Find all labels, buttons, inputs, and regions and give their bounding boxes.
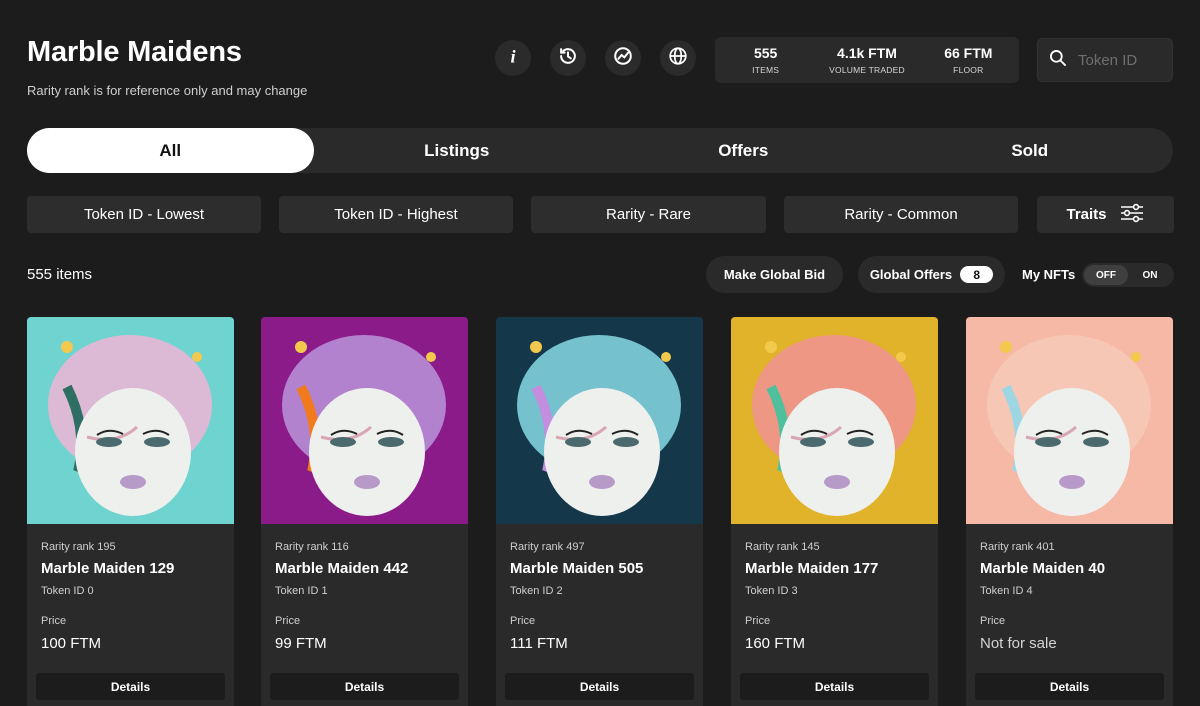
price-value: 99 FTM: [275, 635, 327, 652]
sort-rarity-rare-button[interactable]: Rarity - Rare: [531, 196, 766, 233]
nft-card[interactable]: Rarity rank 145 Marble Maiden 177 Token …: [731, 317, 938, 706]
collection-stats: 555 ITEMS 4.1k FTM VOLUME TRADED 66 FTM …: [715, 37, 1019, 83]
nft-card[interactable]: Rarity rank 195 Marble Maiden 129 Token …: [27, 317, 234, 706]
traits-label: Traits: [1066, 206, 1107, 223]
history-button[interactable]: [550, 40, 586, 76]
price-value: 111 FTM: [510, 635, 568, 652]
stat-value: 4.1k FTM: [837, 45, 897, 61]
my-nfts-label: My NFTs: [1022, 267, 1076, 282]
stat-label: FLOOR: [953, 65, 984, 75]
details-button[interactable]: Details: [505, 673, 694, 700]
website-button[interactable]: [660, 40, 696, 76]
globe-icon: [667, 45, 689, 72]
make-global-bid-button[interactable]: Make Global Bid: [706, 256, 843, 293]
price-label: Price: [275, 615, 301, 627]
token-id: Token ID 0: [41, 585, 94, 597]
stat-value: 555: [753, 45, 778, 61]
global-offers-count-badge: 8: [960, 266, 994, 283]
rarity-rank: Rarity rank 401: [980, 541, 1055, 553]
svg-text:i: i: [510, 46, 516, 66]
stat-volume: 4.1k FTM VOLUME TRADED: [816, 37, 917, 83]
sort-rarity-common-button[interactable]: Rarity - Common: [784, 196, 1018, 233]
info-icon: i: [502, 45, 524, 72]
nft-name[interactable]: Marble Maiden 40: [980, 560, 1105, 577]
chart-button[interactable]: [605, 40, 641, 76]
details-button[interactable]: Details: [975, 673, 1164, 700]
details-button[interactable]: Details: [36, 673, 225, 700]
nft-image[interactable]: [27, 317, 234, 524]
token-id: Token ID 4: [980, 585, 1033, 597]
global-offers-label: Global Offers: [869, 267, 953, 282]
stat-items: 555 ITEMS: [715, 37, 816, 83]
rarity-rank: Rarity rank 497: [510, 541, 585, 553]
nft-name[interactable]: Marble Maiden 442: [275, 560, 408, 577]
nft-name[interactable]: Marble Maiden 177: [745, 560, 878, 577]
traits-filter-button[interactable]: Traits: [1037, 196, 1174, 233]
nft-name[interactable]: Marble Maiden 129: [41, 560, 174, 577]
price-label: Price: [745, 615, 771, 627]
price-label: Price: [41, 615, 67, 627]
global-offers-button[interactable]: Global Offers 8: [858, 256, 1005, 293]
page-title: Marble Maidens: [27, 36, 242, 68]
nft-card[interactable]: Rarity rank 497 Marble Maiden 505 Token …: [496, 317, 703, 706]
rarity-rank: Rarity rank 195: [41, 541, 116, 553]
tab-bar: All Listings Offers Sold: [27, 128, 1173, 173]
price-label: Price: [980, 615, 1006, 627]
nft-card[interactable]: Rarity rank 401 Marble Maiden 40 Token I…: [966, 317, 1173, 706]
nft-image[interactable]: [261, 317, 468, 524]
price-value: Not for sale: [980, 635, 1057, 652]
tab-offers[interactable]: Offers: [600, 128, 887, 173]
sort-token-id-lowest-button[interactable]: Token ID - Lowest: [27, 196, 261, 233]
price-value: 160 FTM: [745, 635, 806, 652]
token-id: Token ID 1: [275, 585, 328, 597]
nft-image[interactable]: [496, 317, 703, 524]
nft-image[interactable]: [731, 317, 938, 524]
chart-icon: [612, 45, 634, 72]
toggle-off-option[interactable]: OFF: [1084, 265, 1128, 285]
token-id: Token ID 2: [510, 585, 563, 597]
tab-listings[interactable]: Listings: [314, 128, 601, 173]
my-nfts-toggle[interactable]: OFF ON: [1082, 263, 1174, 287]
price-label: Price: [510, 615, 536, 627]
tab-sold[interactable]: Sold: [887, 128, 1174, 173]
token-id: Token ID 3: [745, 585, 798, 597]
tab-all[interactable]: All: [27, 128, 314, 173]
sliders-icon: [1107, 202, 1145, 228]
stat-value: 66 FTM: [944, 45, 993, 61]
price-value: 100 FTM: [41, 635, 102, 652]
stat-label: ITEMS: [752, 65, 780, 75]
search-box[interactable]: [1037, 38, 1173, 82]
nft-card[interactable]: Rarity rank 116 Marble Maiden 442 Token …: [261, 317, 468, 706]
stat-label: VOLUME TRADED: [829, 65, 905, 75]
item-count: 555 items: [27, 266, 93, 283]
page-subtitle: Rarity rank is for reference only and ma…: [27, 83, 308, 98]
token-id-search-input[interactable]: [1078, 51, 1168, 69]
rarity-rank: Rarity rank 145: [745, 541, 820, 553]
details-button[interactable]: Details: [740, 673, 929, 700]
nft-image[interactable]: [966, 317, 1173, 524]
info-button[interactable]: i: [495, 40, 531, 76]
rarity-rank: Rarity rank 116: [275, 541, 349, 553]
toggle-on-option[interactable]: ON: [1128, 265, 1172, 285]
details-button[interactable]: Details: [270, 673, 459, 700]
history-icon: [557, 45, 579, 72]
stat-floor: 66 FTM FLOOR: [918, 37, 1019, 83]
sort-token-id-highest-button[interactable]: Token ID - Highest: [279, 196, 513, 233]
nft-name[interactable]: Marble Maiden 505: [510, 560, 643, 577]
search-icon: [1048, 48, 1068, 73]
